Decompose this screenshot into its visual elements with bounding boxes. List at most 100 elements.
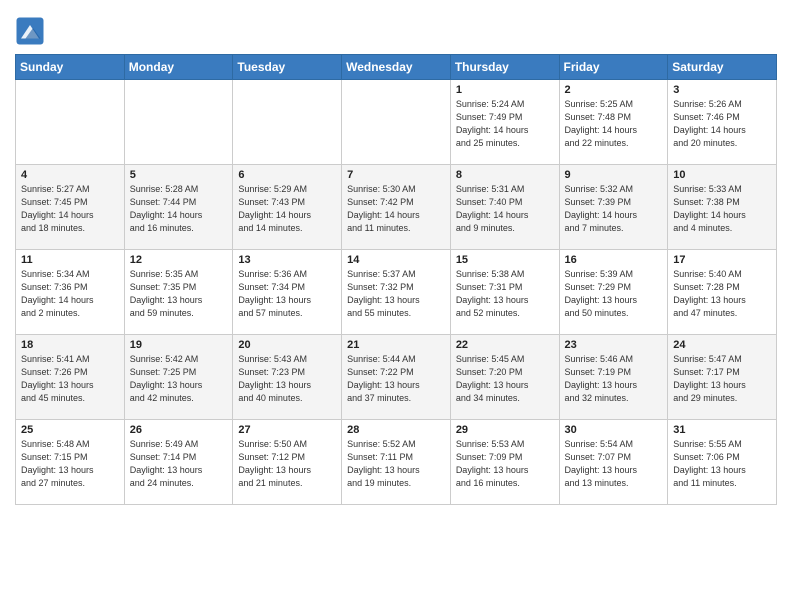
calendar-cell: 21 Sunrise: 5:44 AM Sunset: 7:22 PM Dayli… [342, 335, 451, 420]
calendar-cell: 23Sunrise: 5:46 AM Sunset: 7:19 PM Dayli… [559, 335, 668, 420]
calendar-cell: 17 Sunrise: 5:40 AM Sunset: 7:28 PM Dayli… [668, 250, 777, 335]
day-number: 26 [130, 424, 229, 436]
day-number: 15 [456, 254, 555, 266]
calendar-cell [342, 80, 451, 165]
day-info: Sunrise: 5:41 AM Sunset: 7:26 PM Dayligh… [21, 353, 120, 405]
calendar-cell: 4 Sunrise: 5:27 AM Sunset: 7:45 PM Daylig… [16, 165, 125, 250]
day-info: Sunrise: 5:29 AM Sunset: 7:43 PM Dayligh… [238, 183, 337, 235]
day-number: 18 [21, 339, 120, 351]
calendar-cell: 3Sunrise: 5:26 AM Sunset: 7:46 PM Daylig… [668, 80, 777, 165]
day-info: Sunrise: 5:44 AM Sunset: 7:22 PM Dayligh… [347, 353, 446, 405]
day-number: 25 [21, 424, 120, 436]
day-number: 13 [238, 254, 337, 266]
logo [15, 16, 47, 46]
day-number: 8 [456, 169, 555, 181]
day-info: Sunrise: 5:28 AM Sunset: 7:44 PM Dayligh… [130, 183, 229, 235]
day-of-week-header: Tuesday [233, 55, 342, 80]
day-of-week-header: Wednesday [342, 55, 451, 80]
day-of-week-header: Thursday [450, 55, 559, 80]
calendar-week-row: 1 Sunrise: 5:24 AM Sunset: 7:49 PM Daylig… [16, 80, 777, 165]
day-info: Sunrise: 5:38 AM Sunset: 7:31 PM Dayligh… [456, 268, 555, 320]
calendar-cell [124, 80, 233, 165]
day-number: 20 [238, 339, 337, 351]
day-of-week-header: Saturday [668, 55, 777, 80]
day-info: Sunrise: 5:27 AM Sunset: 7:45 PM Dayligh… [21, 183, 120, 235]
day-info: Sunrise: 5:55 AM Sunset: 7:06 PM Dayligh… [673, 438, 772, 490]
day-number: 21 [347, 339, 446, 351]
day-info: Sunrise: 5:35 AM Sunset: 7:35 PM Dayligh… [130, 268, 229, 320]
day-of-week-header: Friday [559, 55, 668, 80]
calendar-cell: 2Sunrise: 5:25 AM Sunset: 7:48 PM Daylig… [559, 80, 668, 165]
calendar-cell: 28 Sunrise: 5:52 AM Sunset: 7:11 PM Dayli… [342, 420, 451, 505]
day-info: Sunrise: 5:49 AM Sunset: 7:14 PM Dayligh… [130, 438, 229, 490]
day-number: 7 [347, 169, 446, 181]
day-info: Sunrise: 5:33 AM Sunset: 7:38 PM Dayligh… [673, 183, 772, 235]
calendar-cell: 22Sunrise: 5:45 AM Sunset: 7:20 PM Dayli… [450, 335, 559, 420]
day-info: Sunrise: 5:54 AM Sunset: 7:07 PM Dayligh… [565, 438, 664, 490]
calendar-cell: 18 Sunrise: 5:41 AM Sunset: 7:26 PM Dayli… [16, 335, 125, 420]
day-info: Sunrise: 5:30 AM Sunset: 7:42 PM Dayligh… [347, 183, 446, 235]
calendar-cell: 1 Sunrise: 5:24 AM Sunset: 7:49 PM Daylig… [450, 80, 559, 165]
day-of-week-header: Sunday [16, 55, 125, 80]
day-info: Sunrise: 5:32 AM Sunset: 7:39 PM Dayligh… [565, 183, 664, 235]
calendar-cell: 7 Sunrise: 5:30 AM Sunset: 7:42 PM Daylig… [342, 165, 451, 250]
calendar-cell: 9 Sunrise: 5:32 AM Sunset: 7:39 PM Daylig… [559, 165, 668, 250]
day-number: 31 [673, 424, 772, 436]
calendar-cell: 27Sunrise: 5:50 AM Sunset: 7:12 PM Dayli… [233, 420, 342, 505]
calendar-week-row: 18 Sunrise: 5:41 AM Sunset: 7:26 PM Dayli… [16, 335, 777, 420]
calendar-cell: 24 Sunrise: 5:47 AM Sunset: 7:17 PM Dayli… [668, 335, 777, 420]
calendar-cell: 14 Sunrise: 5:37 AM Sunset: 7:32 PM Dayli… [342, 250, 451, 335]
calendar-cell: 20 Sunrise: 5:43 AM Sunset: 7:23 PM Dayli… [233, 335, 342, 420]
day-number: 14 [347, 254, 446, 266]
day-info: Sunrise: 5:47 AM Sunset: 7:17 PM Dayligh… [673, 353, 772, 405]
day-info: Sunrise: 5:34 AM Sunset: 7:36 PM Dayligh… [21, 268, 120, 320]
day-info: Sunrise: 5:53 AM Sunset: 7:09 PM Dayligh… [456, 438, 555, 490]
day-number: 4 [21, 169, 120, 181]
day-info: Sunrise: 5:40 AM Sunset: 7:28 PM Dayligh… [673, 268, 772, 320]
calendar-cell: 31 Sunrise: 5:55 AM Sunset: 7:06 PM Dayli… [668, 420, 777, 505]
day-info: Sunrise: 5:52 AM Sunset: 7:11 PM Dayligh… [347, 438, 446, 490]
calendar-cell: 30 Sunrise: 5:54 AM Sunset: 7:07 PM Dayli… [559, 420, 668, 505]
calendar-cell: 25Sunrise: 5:48 AM Sunset: 7:15 PM Dayli… [16, 420, 125, 505]
day-number: 5 [130, 169, 229, 181]
day-info: Sunrise: 5:37 AM Sunset: 7:32 PM Dayligh… [347, 268, 446, 320]
day-info: Sunrise: 5:46 AM Sunset: 7:19 PM Dayligh… [565, 353, 664, 405]
calendar-cell: 13 Sunrise: 5:36 AM Sunset: 7:34 PM Dayli… [233, 250, 342, 335]
day-info: Sunrise: 5:25 AM Sunset: 7:48 PM Dayligh… [565, 98, 664, 150]
calendar-cell: 16 Sunrise: 5:39 AM Sunset: 7:29 PM Dayli… [559, 250, 668, 335]
calendar-table: SundayMondayTuesdayWednesdayThursdayFrid… [15, 54, 777, 505]
calendar-cell: 19 Sunrise: 5:42 AM Sunset: 7:25 PM Dayli… [124, 335, 233, 420]
calendar-cell: 26 Sunrise: 5:49 AM Sunset: 7:14 PM Dayli… [124, 420, 233, 505]
day-number: 10 [673, 169, 772, 181]
day-number: 17 [673, 254, 772, 266]
calendar-cell [233, 80, 342, 165]
day-number: 24 [673, 339, 772, 351]
day-number: 19 [130, 339, 229, 351]
calendar-cell: 29Sunrise: 5:53 AM Sunset: 7:09 PM Dayli… [450, 420, 559, 505]
day-info: Sunrise: 5:39 AM Sunset: 7:29 PM Dayligh… [565, 268, 664, 320]
day-number: 30 [565, 424, 664, 436]
calendar-header-row: SundayMondayTuesdayWednesdayThursdayFrid… [16, 55, 777, 80]
calendar-week-row: 4 Sunrise: 5:27 AM Sunset: 7:45 PM Daylig… [16, 165, 777, 250]
day-number: 27 [238, 424, 337, 436]
day-info: Sunrise: 5:42 AM Sunset: 7:25 PM Dayligh… [130, 353, 229, 405]
day-number: 16 [565, 254, 664, 266]
day-number: 28 [347, 424, 446, 436]
day-info: Sunrise: 5:24 AM Sunset: 7:49 PM Dayligh… [456, 98, 555, 150]
calendar-cell: 5 Sunrise: 5:28 AM Sunset: 7:44 PM Daylig… [124, 165, 233, 250]
day-of-week-header: Monday [124, 55, 233, 80]
day-number: 11 [21, 254, 120, 266]
calendar-cell: 15 Sunrise: 5:38 AM Sunset: 7:31 PM Dayli… [450, 250, 559, 335]
calendar-week-row: 25Sunrise: 5:48 AM Sunset: 7:15 PM Dayli… [16, 420, 777, 505]
day-number: 1 [456, 84, 555, 96]
calendar-cell [16, 80, 125, 165]
day-number: 22 [456, 339, 555, 351]
calendar-cell: 6Sunrise: 5:29 AM Sunset: 7:43 PM Daylig… [233, 165, 342, 250]
day-number: 9 [565, 169, 664, 181]
day-info: Sunrise: 5:36 AM Sunset: 7:34 PM Dayligh… [238, 268, 337, 320]
calendar-cell: 10 Sunrise: 5:33 AM Sunset: 7:38 PM Dayli… [668, 165, 777, 250]
page-header [15, 10, 777, 46]
day-info: Sunrise: 5:43 AM Sunset: 7:23 PM Dayligh… [238, 353, 337, 405]
day-number: 12 [130, 254, 229, 266]
day-number: 3 [673, 84, 772, 96]
